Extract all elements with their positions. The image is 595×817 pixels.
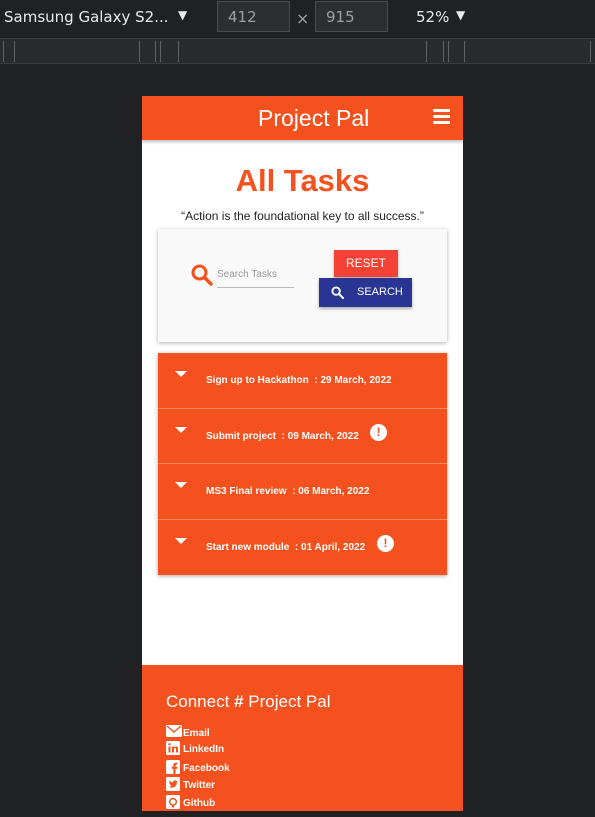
height-input[interactable]: 915 xyxy=(315,1,388,32)
search-card: Search Tasks RESET SEARCH xyxy=(158,229,447,342)
width-input[interactable]: 412 xyxy=(217,1,290,32)
hamburger-icon[interactable] xyxy=(433,109,450,124)
device-caret-icon[interactable]: ▼ xyxy=(178,8,187,22)
quote-text: “Action is the foundational key to all s… xyxy=(181,209,424,223)
caret-down-icon xyxy=(175,537,187,544)
envelope-icon xyxy=(166,725,182,737)
search-button[interactable]: SEARCH xyxy=(319,278,412,307)
github-icon xyxy=(166,795,180,809)
search-icon xyxy=(331,286,344,299)
facebook-icon xyxy=(166,760,180,774)
zoom-caret-icon[interactable]: ▼ xyxy=(456,8,465,22)
page-title: All Tasks xyxy=(235,163,370,198)
alert-icon: ! xyxy=(370,423,387,441)
search-input[interactable]: Search Tasks xyxy=(217,269,294,288)
caret-down-icon xyxy=(175,371,187,377)
task-item[interactable]: MS3 Final review : 06 March, 2022 xyxy=(158,464,447,520)
task-list: Sign up to Hackathon : 29 March, 2022 Su… xyxy=(158,353,447,575)
navbar: Project Pal xyxy=(142,96,463,140)
device-viewport: Project Pal All Tasks “Action is the fou… xyxy=(142,96,463,811)
brand-logo[interactable]: Project Pal xyxy=(258,105,369,132)
caret-down-icon xyxy=(175,482,187,488)
devtools-toolbar: Samsung Galaxy S2... ▼ 412 × 915 52% ▼ xyxy=(0,0,595,37)
task-item[interactable]: Submit project : 09 March, 2022 ! xyxy=(158,408,447,464)
task-title: Start new module : 01 April, 2022 xyxy=(206,541,366,553)
task-title: MS3 Final review : 06 March, 2022 xyxy=(206,486,370,497)
twitter-icon xyxy=(166,777,180,791)
search-icon xyxy=(191,264,213,286)
device-select[interactable]: Samsung Galaxy S2... xyxy=(4,8,169,26)
zoom-select[interactable]: 52% xyxy=(416,8,449,26)
alert-icon: ! xyxy=(377,534,394,552)
task-item[interactable]: Start new module : 01 April, 2022 ! xyxy=(158,519,447,575)
task-title: Sign up to Hackathon : 29 March, 2022 xyxy=(206,375,392,386)
task-item[interactable]: Sign up to Hackathon : 29 March, 2022 xyxy=(158,353,447,409)
times-icon: × xyxy=(296,9,310,28)
caret-down-icon xyxy=(175,426,187,433)
reset-button[interactable]: RESET xyxy=(334,250,398,277)
search-button-label: SEARCH xyxy=(357,286,403,298)
task-title: Submit project : 09 March, 2022 xyxy=(206,430,359,442)
footer-title: Connect # Project Pal xyxy=(166,692,331,711)
linkedin-icon xyxy=(166,741,180,755)
media-query-bar[interactable] xyxy=(0,38,595,64)
footer: Connect # Project Pal Email LinkedIn Fac… xyxy=(142,665,463,811)
